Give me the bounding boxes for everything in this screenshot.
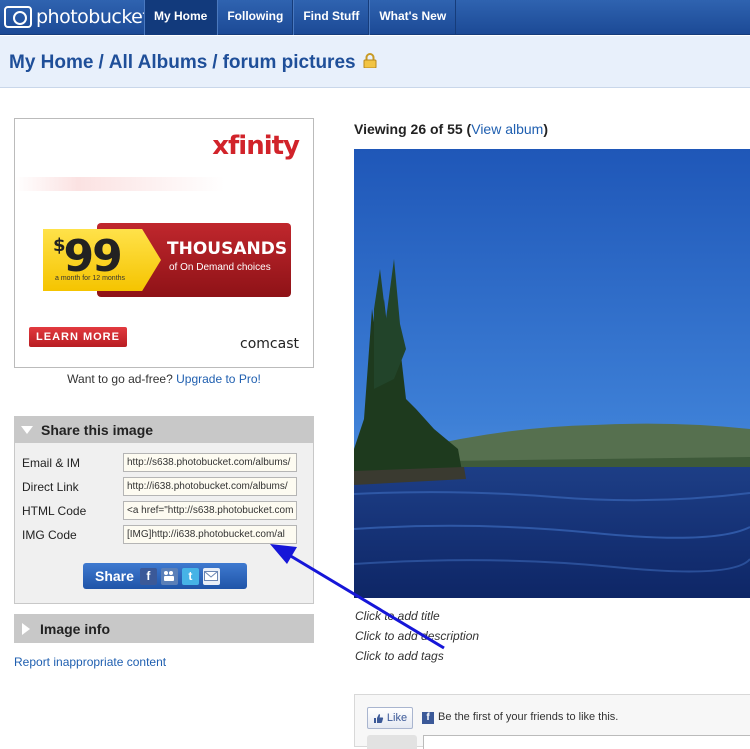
share-label: IMG Code [22,527,77,542]
add-description-link[interactable]: Click to add description [355,629,479,643]
share-panel-header[interactable]: Share this image [15,417,313,443]
add-title-link[interactable]: Click to add title [355,609,440,623]
email-im-field[interactable] [123,453,297,472]
logo-text: photobucket [36,6,150,28]
myspace-icon[interactable] [160,567,178,585]
nav-tab-my-home[interactable]: My Home [144,0,218,35]
ad-sponsor: comcast [240,336,299,352]
viewing-suffix: ) [543,121,549,137]
thumbs-up-icon [373,713,384,723]
breadcrumb-all-albums[interactable]: All Albums [109,52,208,74]
expand-triangle-icon [22,622,30,635]
html-code-field[interactable] [123,501,297,520]
lake-photo-image [354,149,750,598]
share-button[interactable]: Share f t [83,563,247,589]
breadcrumb-band: My Home / All Albums / forum pictures [0,36,750,88]
collapse-triangle-icon [21,426,33,434]
ad-free-prompt: Want to go ad-free? Upgrade to Pro! [14,372,314,386]
add-tags-link[interactable]: Click to add tags [355,649,444,663]
nav-tab-following[interactable]: Following [217,0,294,35]
email-icon[interactable] [202,567,220,585]
advertisement[interactable]: xfinity $99 a month for 12 months THOUSA… [14,118,314,368]
breadcrumb-separator: / [98,52,104,73]
ad-free-text: Want to go ad-free? [67,372,177,386]
twitter-icon[interactable]: t [181,567,199,585]
facebook-icon: f [422,712,434,724]
ad-decoration [15,177,225,191]
viewing-prefix: Viewing 26 of 55 ( [354,121,472,137]
viewing-counter: Viewing 26 of 55 (View album) [354,121,548,137]
report-link[interactable]: Report inappropriate content [14,655,166,669]
share-button-label: Share [95,568,134,584]
nav-tab-whats-new[interactable]: What's New [369,0,457,35]
lock-icon [363,52,377,68]
photobucket-logo[interactable]: photobucket [4,4,150,30]
share-label: Direct Link [22,479,79,494]
breadcrumb-my-home[interactable]: My Home [9,52,93,74]
facebook-like-button[interactable]: Like [367,707,413,729]
view-album-link[interactable]: View album [471,121,543,137]
ad-price-sub: a month for 12 months [55,275,126,282]
image-info-panel[interactable]: Image info [14,614,314,643]
like-label: Like [386,712,408,724]
breadcrumb-forum-pictures[interactable]: forum pictures [223,52,356,74]
img-code-field[interactable] [123,525,297,544]
share-panel-title: Share this image [41,422,154,438]
lake-photo[interactable] [354,149,750,598]
upgrade-link[interactable]: Upgrade to Pro! [176,372,261,386]
ad-headline: THOUSANDS [167,239,288,259]
nav-tab-find-stuff[interactable]: Find Stuff [293,0,370,35]
top-navigation-bar: photobucket My Home Following Find Stuff… [0,0,750,35]
share-label: Email & IM [22,455,81,470]
share-row-email: Email & IM [22,453,297,472]
ad-subline: of On Demand choices [169,262,271,273]
main-nav: My Home Following Find Stuff What's New [144,0,457,35]
learn-more-button[interactable]: LEARN MORE [29,327,127,347]
social-box: Like f Be the first of your friends to l… [354,694,750,749]
share-label: HTML Code [22,503,87,518]
share-row-img: IMG Code [22,525,297,544]
ad-brand: xfinity [212,131,300,161]
like-prompt: Be the first of your friends to like thi… [438,711,619,723]
share-row-direct: Direct Link [22,477,297,496]
image-info-title: Image info [40,620,111,637]
direct-link-field[interactable] [123,477,297,496]
facebook-icon[interactable]: f [139,567,157,585]
share-panel: Share this image Email & IM Direct Link … [14,416,314,604]
share-row-html: HTML Code [22,501,297,520]
breadcrumb: My Home / All Albums / forum pictures [9,52,377,74]
camera-icon [4,6,32,28]
breadcrumb-separator: / [212,52,218,73]
